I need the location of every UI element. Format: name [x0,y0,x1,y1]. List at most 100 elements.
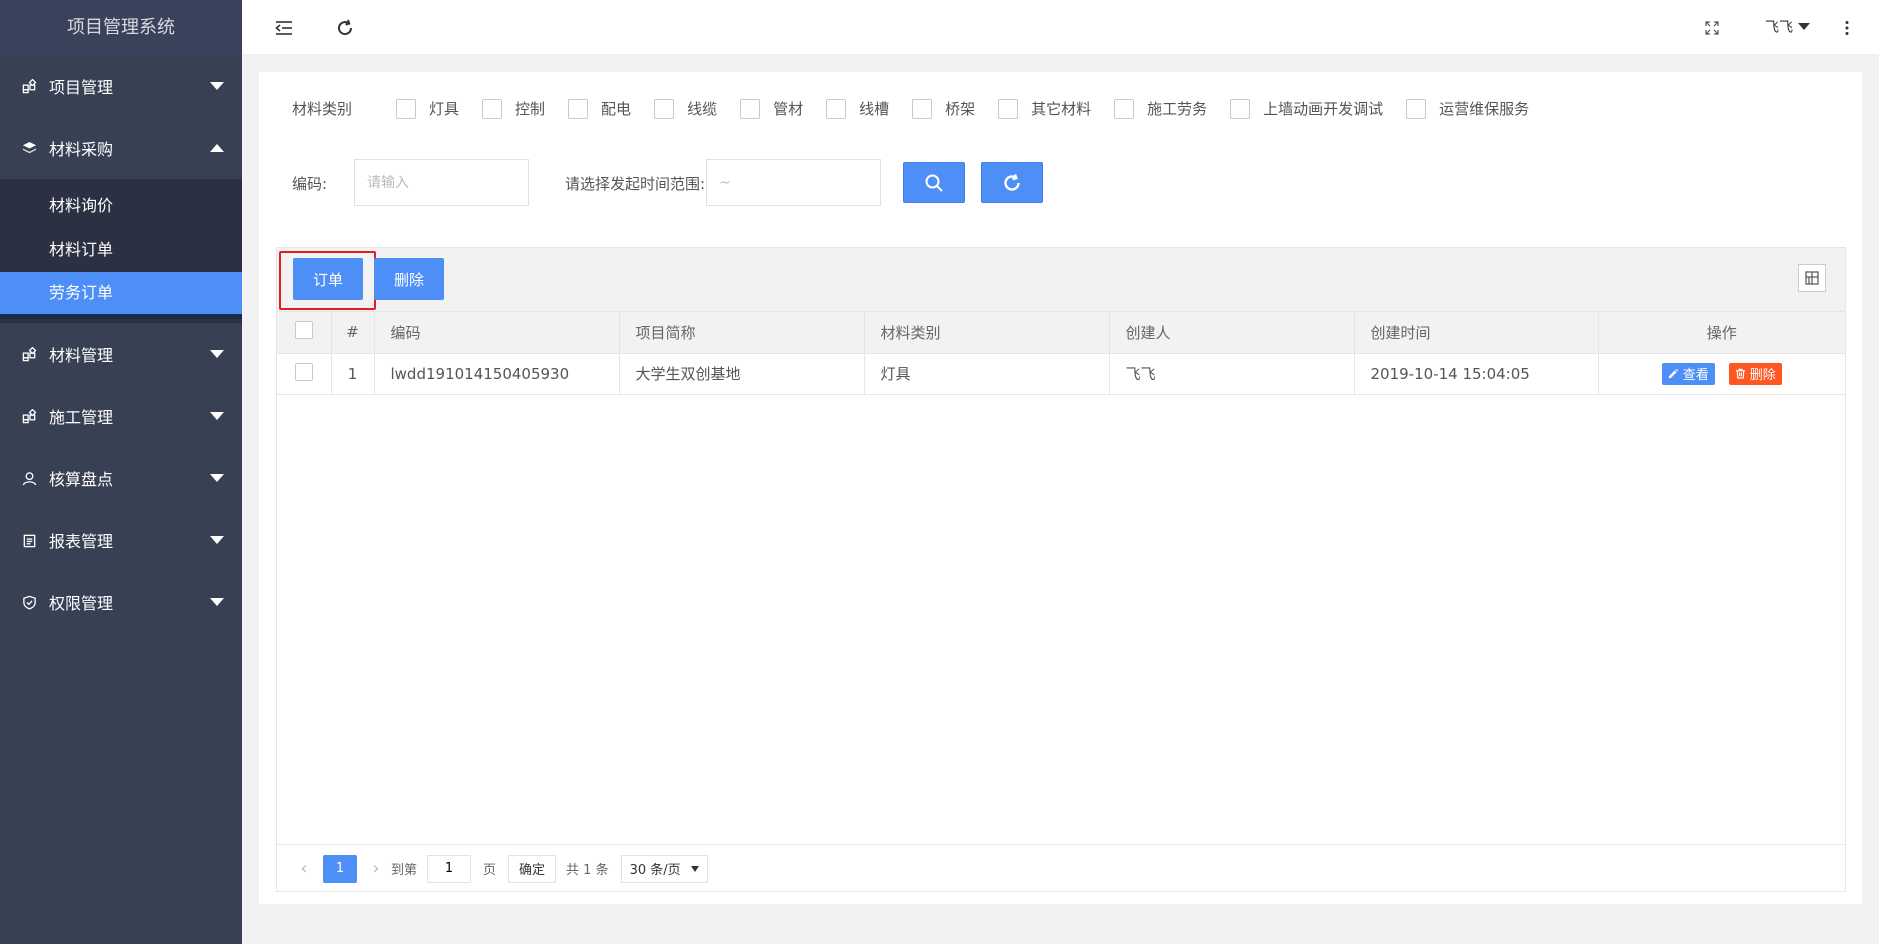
trash-icon [1735,368,1745,379]
sidebar-item-label: 权限管理 [49,594,114,613]
category-option[interactable]: 上墙动画开发调试 [1230,98,1383,119]
date-range-label: 请选择发起时间范围: [565,175,706,193]
column-header: # [331,312,375,354]
table-header-row: # 编码 项目简称 材料类别 创建人 创建时间 操作 [277,312,1845,354]
sidebar-item-label: 材料管理 [49,346,114,365]
clipboard-icon [21,532,37,548]
sidebar-item-project-management[interactable]: 项目管理 [0,55,242,117]
view-button[interactable]: 查看 [1661,362,1715,385]
goto-confirm-button[interactable]: 确定 [508,854,557,883]
row-project: 大学生双创基地 [619,353,865,395]
sidebar-item-label: 核算盘点 [49,470,114,489]
row-delete-button[interactable]: 删除 [1728,362,1782,385]
sidebar: 项目管理系统 项目管理 材料采购 材料询价 材料订单 劳务订单 材料管理 施工管… [0,0,242,944]
chevron-down-icon [210,412,224,420]
code-input[interactable] [354,159,529,206]
sidebar-item-label: 报表管理 [49,532,114,551]
user-name: 飞飞 [1765,20,1793,36]
sidebar-item-report-management[interactable]: 报表管理 [0,509,242,571]
sidebar-subitem-material-inquiry[interactable]: 材料询价 [0,184,242,228]
chevron-down-icon [210,474,224,482]
column-header: 操作 [1598,312,1845,354]
prev-page-icon[interactable]: ‹ [289,858,319,879]
column-header: 材料类别 [864,312,1110,354]
grid-icon [21,78,37,94]
category-option[interactable]: 配电 [568,98,631,119]
user-menu[interactable]: 飞飞 [1765,17,1810,37]
checkbox[interactable] [740,98,761,119]
sidebar-item-label: 施工管理 [49,408,114,427]
checkbox[interactable] [568,98,589,119]
category-option[interactable]: 控制 [482,98,545,119]
search-button[interactable] [903,162,965,203]
sidebar-item-material-purchase[interactable]: 材料采购 [0,117,242,179]
caret-down-icon [1798,23,1810,30]
sidebar-item-accounting[interactable]: 核算盘点 [0,447,242,509]
checkbox[interactable] [998,98,1019,119]
column-toggle-icon[interactable] [1798,264,1826,292]
date-range-input[interactable] [706,159,881,206]
category-option[interactable]: 桥架 [912,98,975,119]
code-label: 编码: [292,175,328,193]
chevron-down-icon [210,598,224,606]
checkbox[interactable] [396,98,417,119]
checkbox[interactable] [482,98,503,119]
row-actions: 查看 删除 [1598,353,1845,395]
submenu-material-purchase: 材料询价 材料订单 劳务订单 [0,179,242,323]
sidebar-item-permission-management[interactable]: 权限管理 [0,571,242,633]
category-option[interactable]: 其它材料 [998,98,1091,119]
sidebar-item-material-management[interactable]: 材料管理 [0,323,242,385]
checkbox[interactable] [826,98,847,119]
reset-button[interactable] [981,162,1043,203]
refresh-icon[interactable] [331,14,359,42]
category-option[interactable]: 线槽 [826,98,889,119]
checkbox[interactable] [654,98,675,119]
goto-page-input[interactable] [427,854,472,883]
category-option[interactable]: 运营维保服务 [1406,98,1529,119]
next-page-icon[interactable]: › [361,858,391,879]
top-header: 飞飞 [242,0,1879,55]
checkbox[interactable] [1406,98,1427,119]
menu-fold-icon[interactable] [270,14,298,42]
delete-button[interactable]: 删除 [374,258,444,300]
category-option[interactable]: 线缆 [654,98,717,119]
select-all-checkbox[interactable] [294,321,313,340]
row-select-cell [277,353,332,395]
current-page-button[interactable]: 1 [323,854,357,883]
grid-icon [21,408,37,424]
category-filter: 材料类别 灯具 控制 配电 线缆 管材 线槽 桥架 其它材料 施工劳务 上墙动画… [292,98,1552,119]
checkbox[interactable] [1114,98,1135,119]
category-option[interactable]: 管材 [740,98,803,119]
row-code: lwdd191014150405930 [374,353,620,395]
pagination: ‹ 1 › 到第 页 确定 共 1 条 30 条/页 [277,844,1845,892]
order-table: # 编码 项目简称 材料类别 创建人 创建时间 操作 1 lwdd1910141… [277,312,1845,395]
goto-label: 到第 [391,863,418,878]
chevron-down-icon [210,536,224,544]
category-option[interactable]: 施工劳务 [1114,98,1207,119]
user-icon [21,470,37,486]
row-checkbox[interactable] [294,362,313,381]
shield-check-icon [21,594,37,610]
fullscreen-icon[interactable] [1698,14,1726,42]
chevron-up-icon [210,144,224,152]
row-number: 1 [331,353,375,395]
caret-down-icon [690,865,699,872]
category-filter-label: 材料类别 [292,100,353,118]
search-icon [925,174,943,192]
checkbox[interactable] [912,98,933,119]
total-count: 共 1 条 [566,863,609,878]
order-button[interactable]: 订单 [293,258,363,300]
sidebar-subitem-material-order[interactable]: 材料订单 [0,228,242,272]
category-option[interactable]: 灯具 [396,98,459,119]
sidebar-subitem-labor-order[interactable]: 劳务订单 [0,272,242,319]
table-row: 1 lwdd191014150405930 大学生双创基地 灯具 飞飞 2019… [277,353,1845,395]
search-row: 编码: 请选择发起时间范围: [292,159,1852,207]
more-vertical-icon[interactable] [1833,14,1861,42]
layers-icon [21,140,37,156]
checkbox[interactable] [1230,98,1251,119]
page-size-select[interactable]: 30 条/页 [620,854,708,883]
column-header: 创建人 [1109,312,1355,354]
sidebar-item-construction-management[interactable]: 施工管理 [0,385,242,447]
row-created-time: 2019-10-14 15:04:05 [1354,353,1599,395]
column-header: 创建时间 [1354,312,1599,354]
